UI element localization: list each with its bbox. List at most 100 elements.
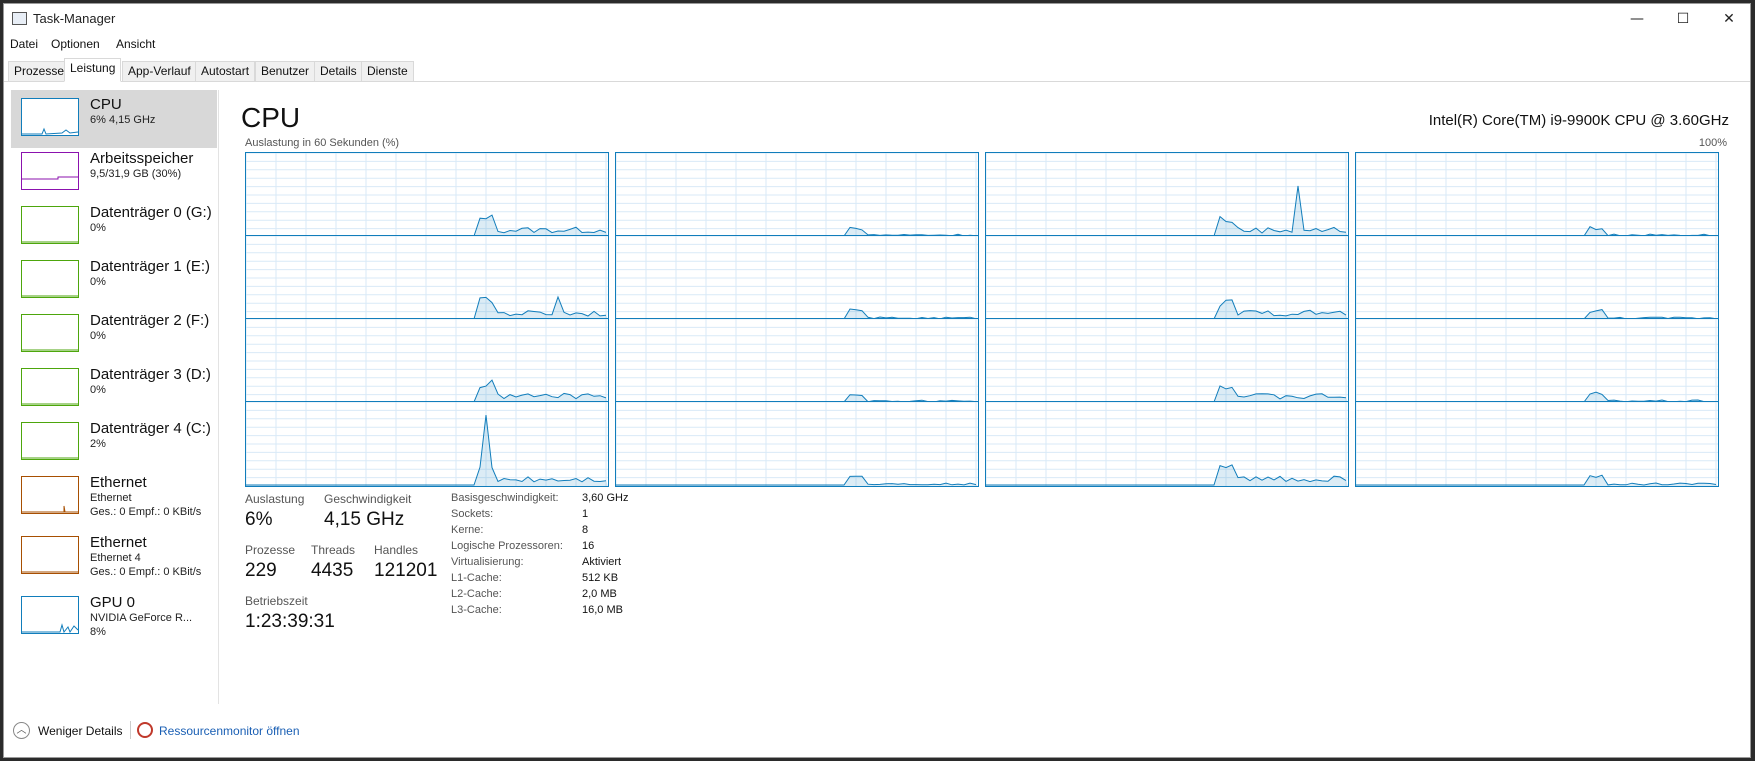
page-title: CPU bbox=[241, 102, 301, 133]
disk-graph-thumbnail bbox=[21, 422, 79, 460]
disk-graph-thumbnail bbox=[21, 368, 79, 406]
logical-processor-graph bbox=[985, 235, 1349, 321]
spec-value: 1 bbox=[582, 508, 589, 520]
tab-app-verlauf[interactable]: App-Verlauf bbox=[122, 61, 197, 81]
threads-value: 4435 bbox=[311, 560, 354, 581]
utilization-label: Auslastung bbox=[245, 492, 305, 506]
cpu-model-name: Intel(R) Core(TM) i9-9900K CPU @ 3.60GHz bbox=[1428, 112, 1729, 129]
spec-label: L3-Cache: bbox=[451, 604, 502, 616]
utilization-value: 6% bbox=[245, 509, 273, 530]
memory-graph-thumbnail bbox=[21, 152, 79, 190]
sidebar-item-name: Datenträger 1 (E:) bbox=[90, 258, 211, 275]
thumbnail-trace bbox=[22, 505, 78, 513]
spec-value: 16,0 MB bbox=[582, 604, 623, 616]
sidebar-item-detail-2: 8% bbox=[90, 626, 106, 638]
sidebar-item[interactable]: GPU 0 NVIDIA GeForce R... 8% bbox=[11, 588, 217, 646]
spec-value: 8 bbox=[582, 524, 589, 536]
sidebar-item-detail-2: Ges.: 0 Empf.: 0 KBit/s bbox=[90, 506, 202, 518]
sidebar-item[interactable]: Arbeitsspeicher 9,5/31,9 GB (30%) bbox=[11, 144, 217, 202]
sidebar-item-detail: 6% 4,15 GHz bbox=[90, 114, 156, 126]
network-graph-thumbnail bbox=[21, 536, 79, 574]
logical-processor-graph bbox=[1355, 401, 1719, 487]
fewer-details-button[interactable]: Weniger Details bbox=[38, 724, 122, 738]
uptime-label: Betriebszeit bbox=[245, 594, 308, 608]
sidebar-item-detail: 9,5/31,9 GB (30%) bbox=[90, 168, 182, 180]
disk-graph-thumbnail bbox=[21, 314, 79, 352]
spec-label: Sockets: bbox=[451, 508, 494, 520]
sidebar-item-detail: Ethernet 4 bbox=[90, 552, 141, 564]
disk-graph-thumbnail bbox=[21, 206, 79, 244]
tab-benutzer[interactable]: Benutzer bbox=[255, 61, 316, 81]
minimize-button[interactable]: — bbox=[1614, 4, 1660, 34]
logical-processor-graph bbox=[245, 401, 609, 487]
logical-processor-graph bbox=[985, 152, 1349, 238]
logical-processor-graph bbox=[1355, 152, 1719, 238]
sidebar-item-name: Datenträger 4 (C:) bbox=[90, 420, 211, 437]
logical-processor-graph bbox=[615, 152, 979, 238]
title-bar: Task-Manager — ☐ ✕ bbox=[4, 4, 1750, 34]
graph-max-label: 100% bbox=[1698, 137, 1727, 149]
sidebar-item[interactable]: CPU 6% 4,15 GHz bbox=[11, 90, 217, 148]
logical-processor-graph bbox=[615, 318, 979, 404]
tab-details[interactable]: Details bbox=[314, 61, 363, 81]
spec-value: 16 bbox=[582, 540, 595, 552]
logical-processor-graph bbox=[245, 318, 609, 404]
logical-processor-graph bbox=[245, 152, 609, 238]
sidebar-item[interactable]: Datenträger 0 (G:) 0% bbox=[11, 198, 217, 256]
resource-monitor-icon bbox=[137, 722, 153, 738]
sidebar-item-name: Datenträger 0 (G:) bbox=[90, 204, 212, 221]
footer: ︿ Weniger Details Ressourcenmonitor öffn… bbox=[4, 714, 1750, 744]
maximize-button[interactable]: ☐ bbox=[1660, 4, 1706, 34]
tab-autostart[interactable]: Autostart bbox=[195, 61, 256, 81]
spec-label: Kerne: bbox=[451, 524, 484, 536]
sidebar-item[interactable]: Datenträger 4 (C:) 2% bbox=[11, 414, 217, 472]
footer-divider bbox=[130, 721, 131, 739]
sidebar-item[interactable]: Datenträger 2 (F:) 0% bbox=[11, 306, 217, 364]
logical-processor-graph bbox=[245, 235, 609, 321]
processes-value: 229 bbox=[245, 560, 277, 581]
handles-label: Handles bbox=[374, 543, 419, 557]
uptime-value: 1:23:39:31 bbox=[245, 611, 335, 632]
open-resource-monitor-link[interactable]: Ressourcenmonitor öffnen bbox=[159, 724, 300, 738]
logical-processor-graph bbox=[615, 235, 979, 321]
tab-leistung[interactable]: Leistung bbox=[64, 58, 122, 82]
tab-dienste[interactable]: Dienste bbox=[361, 61, 414, 81]
cpu-performance-panel: CPU Intel(R) Core(TM) i9-9900K CPU @ 3.6… bbox=[239, 90, 1739, 710]
spec-value: 3,60 GHz bbox=[582, 492, 629, 504]
close-button[interactable]: ✕ bbox=[1706, 4, 1752, 34]
sidebar-item[interactable]: Datenträger 3 (D:) 0% bbox=[11, 360, 217, 418]
sidebar-item-detail-2: Ges.: 0 Empf.: 0 KBit/s bbox=[90, 566, 202, 578]
sidebar-item-detail: 0% bbox=[90, 330, 106, 342]
resource-sidebar: CPU 6% 4,15 GHz Arbeitsspeicher 9,5/31,9 GB… bbox=[8, 90, 219, 704]
chevron-up-icon[interactable]: ︿ bbox=[13, 722, 30, 739]
sidebar-item-name: Ethernet bbox=[90, 474, 147, 491]
handles-value: 121201 bbox=[374, 560, 438, 581]
sidebar-item-name: CPU bbox=[90, 96, 122, 113]
tab-bar: Prozesse Leistung App-Verlauf Autostart … bbox=[4, 56, 1750, 82]
thumbnail-trace bbox=[22, 127, 79, 135]
menu-ansicht[interactable]: Ansicht bbox=[116, 37, 155, 51]
tab-prozesse[interactable]: Prozesse bbox=[8, 61, 71, 81]
sidebar-item[interactable]: Ethernet Ethernet Ges.: 0 Empf.: 0 KBit/s bbox=[11, 468, 217, 526]
spec-label: L2-Cache: bbox=[451, 588, 502, 600]
sidebar-item[interactable]: Datenträger 1 (E:) 0% bbox=[11, 252, 217, 310]
sidebar-item[interactable]: Ethernet Ethernet 4 Ges.: 0 Empf.: 0 KBit/… bbox=[11, 528, 217, 586]
sidebar-item-name: Arbeitsspeicher bbox=[90, 150, 194, 167]
sidebar-item-detail: 0% bbox=[90, 276, 106, 288]
processes-label: Prozesse bbox=[245, 543, 296, 557]
cpu-graph-thumbnail bbox=[21, 98, 79, 136]
logical-processor-graph bbox=[1355, 318, 1719, 404]
task-manager-icon bbox=[12, 12, 27, 25]
window-title: Task-Manager bbox=[33, 11, 116, 26]
thumbnail-trace bbox=[22, 176, 78, 180]
spec-value: 512 KB bbox=[582, 572, 619, 584]
gpu-graph-thumbnail bbox=[21, 596, 79, 634]
logical-processor-graph bbox=[985, 401, 1349, 487]
menu-optionen[interactable]: Optionen bbox=[51, 37, 100, 51]
task-manager-window: Task-Manager — ☐ ✕ Datei Optionen Ansich… bbox=[3, 3, 1751, 758]
logical-processor-graph bbox=[985, 318, 1349, 404]
logical-processor-graphs bbox=[245, 152, 1719, 487]
disk-graph-thumbnail bbox=[21, 260, 79, 298]
menu-datei[interactable]: Datei bbox=[10, 37, 38, 51]
sidebar-item-name: Datenträger 2 (F:) bbox=[90, 312, 210, 329]
